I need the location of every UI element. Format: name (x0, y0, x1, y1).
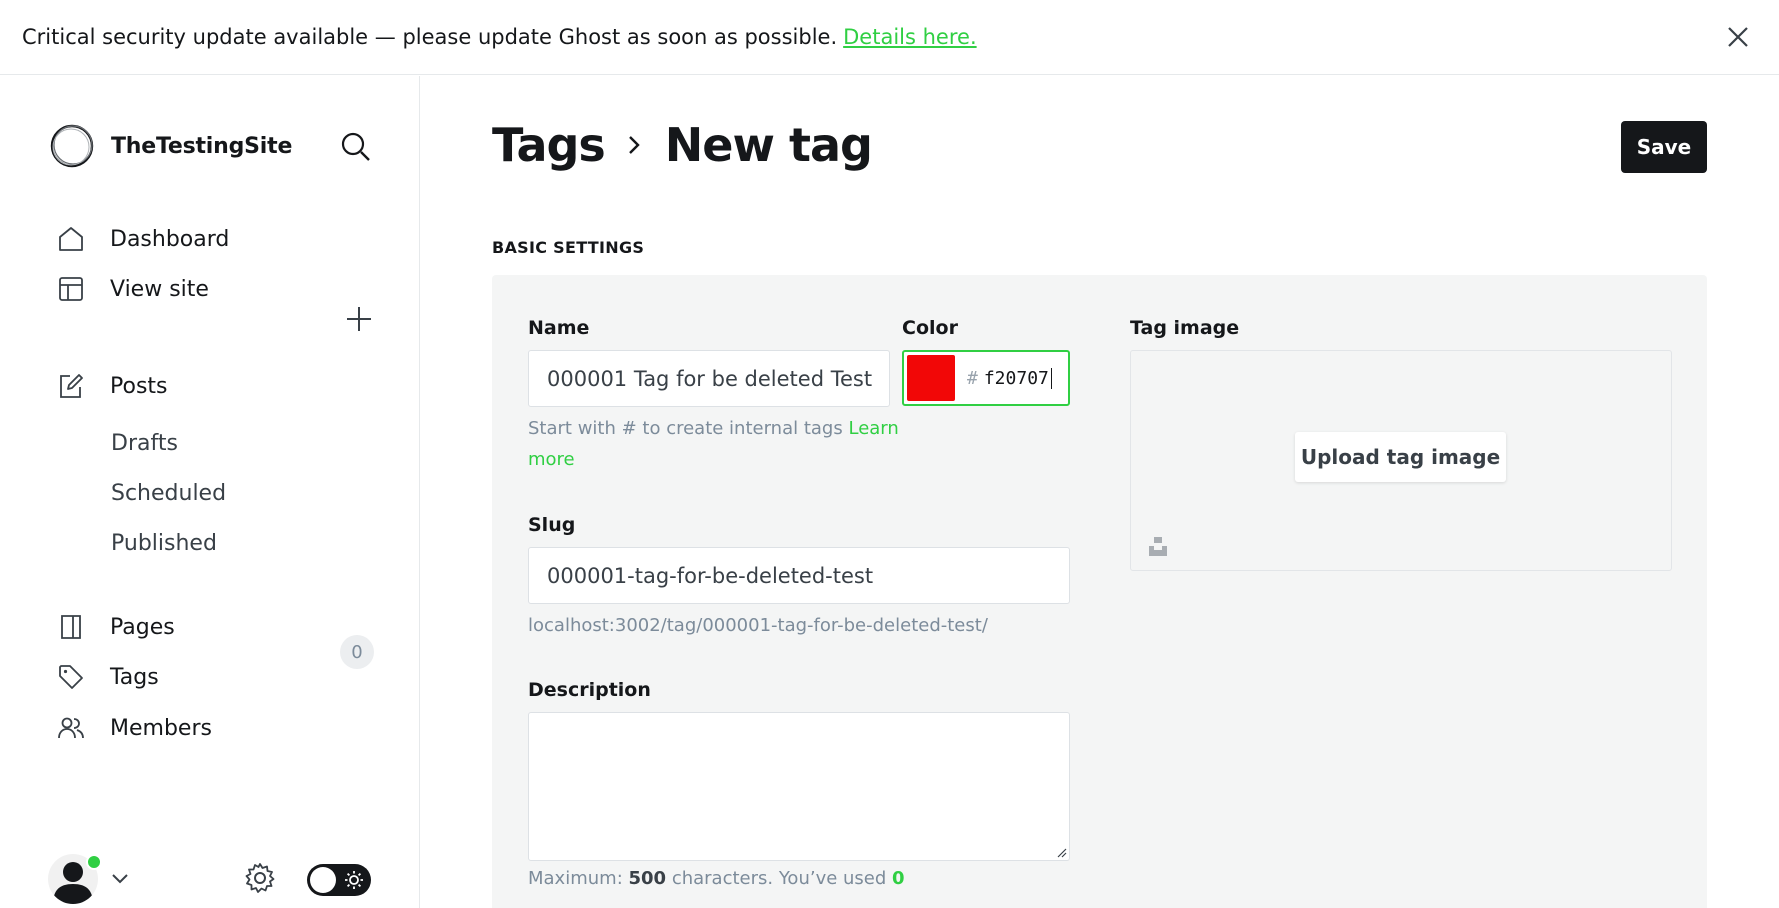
site-name: TheTestingSite (111, 133, 293, 159)
edit-icon (60, 374, 83, 398)
counter-used: 0 (892, 868, 905, 889)
page-title-text: New tag (664, 118, 873, 172)
nav-members[interactable]: Members (58, 715, 212, 741)
counter-prefix: Maximum: (528, 868, 623, 889)
nav-published[interactable]: Published (111, 531, 217, 556)
resize-handle-icon[interactable] (1055, 846, 1067, 858)
page-title: Tags New tag (492, 118, 873, 172)
nav-tags[interactable]: Tags (58, 664, 159, 690)
counter-max: 500 (628, 868, 667, 889)
close-icon[interactable] (1723, 22, 1753, 52)
nav-dashboard-label: Dashboard (110, 226, 230, 252)
chevron-right-icon (628, 136, 640, 154)
nav-members-label: Members (110, 715, 212, 741)
members-count-badge: 0 (340, 635, 374, 669)
online-status-indicator (86, 854, 102, 870)
banner-message: Critical security update available — ple… (22, 25, 838, 49)
search-icon[interactable] (340, 131, 372, 163)
breadcrumb-tags[interactable]: Tags (492, 118, 606, 172)
upload-tag-image-button[interactable]: Upload tag image (1295, 432, 1506, 482)
description-label: Description (528, 679, 651, 701)
tag-image-label: Tag image (1130, 317, 1240, 339)
security-banner: Critical security update available — ple… (0, 0, 1779, 75)
nav-pages[interactable]: Pages (58, 614, 175, 640)
description-textarea[interactable] (528, 712, 1070, 861)
slug-input[interactable]: 000001-tag-for-be-deleted-test (528, 547, 1070, 604)
color-swatch[interactable] (907, 355, 955, 401)
members-icon (58, 717, 84, 739)
color-hash: # (967, 367, 978, 389)
slug-url-preview: localhost:3002/tag/000001-tag-for-be-del… (528, 615, 988, 636)
nav-posts-label: Posts (110, 373, 168, 399)
nav-tags-label: Tags (110, 664, 159, 690)
name-label: Name (528, 317, 590, 339)
counter-mid: characters. You’ve used (671, 868, 887, 889)
save-button[interactable]: Save (1621, 121, 1707, 173)
slug-label: Slug (528, 514, 576, 536)
add-post-icon[interactable] (345, 305, 373, 333)
nav-view-site[interactable]: View site (58, 276, 209, 302)
nav-pages-label: Pages (110, 614, 175, 640)
toggle-knob (310, 867, 336, 893)
chevron-down-icon[interactable] (110, 868, 130, 888)
character-counter: Maximum: 500 characters. You’ve used 0 (528, 868, 905, 889)
tag-icon (59, 665, 83, 689)
unsplash-icon[interactable] (1147, 535, 1169, 557)
sun-icon (345, 871, 363, 889)
name-hint: Start with # to create internal tags Lea… (528, 413, 908, 475)
nav-posts[interactable]: Posts (58, 373, 168, 399)
section-label: BASIC SETTINGS (492, 238, 645, 257)
nav-scheduled[interactable]: Scheduled (111, 481, 226, 506)
theme-toggle[interactable] (307, 864, 371, 896)
page-icon (61, 615, 81, 639)
nav-dashboard[interactable]: Dashboard (58, 226, 229, 252)
color-input[interactable]: # f20707 (902, 350, 1070, 406)
nav-view-site-label: View site (110, 276, 209, 302)
color-hex-value[interactable]: f20707 (984, 367, 1052, 389)
color-label: Color (902, 317, 958, 339)
site-brand[interactable]: TheTestingSite (49, 123, 292, 169)
layout-icon (59, 277, 83, 301)
home-icon (59, 227, 83, 251)
name-hint-text: Start with # to create internal tags (528, 418, 843, 439)
nav-drafts[interactable]: Drafts (111, 431, 178, 456)
gear-icon[interactable] (244, 862, 276, 894)
site-logo-icon (50, 124, 94, 168)
name-input[interactable]: 000001 Tag for be deleted Test (528, 350, 890, 407)
banner-details-link[interactable]: Details here. (843, 25, 976, 49)
